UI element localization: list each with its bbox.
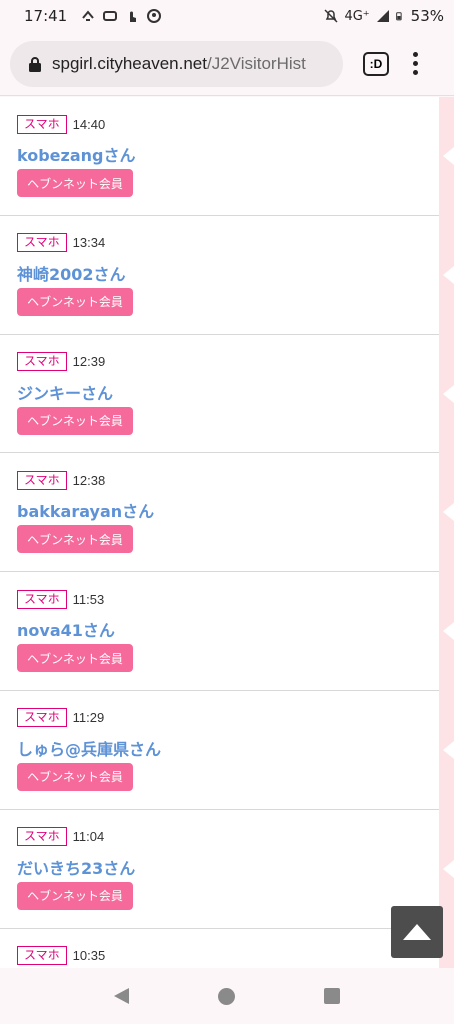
visitor-meta-row: スマホ 12:38 (17, 470, 439, 490)
device-badge: スマホ (17, 827, 67, 847)
visitor-item: スマホ 11:53 nova41さんヘブンネット会員 (0, 572, 439, 691)
url-domain: spgirl.cityheaven.net (52, 53, 207, 73)
member-badge: ヘブンネット会員 (17, 287, 133, 316)
mute-bell-icon (324, 9, 338, 23)
side-rail (439, 97, 454, 968)
url-path: /J2VisitorHist (206, 53, 306, 73)
notification-app-icon (82, 10, 95, 21)
rail-notch (443, 741, 454, 759)
visitor-name-link[interactable]: kobezangさん (17, 142, 439, 165)
member-badge: ヘブンネット会員 (17, 406, 133, 435)
member-badge: ヘブンネット会員 (17, 169, 133, 197)
visitor-meta-row: スマホ 11:04 (17, 827, 439, 847)
visitor-name-link[interactable]: 神崎2002さん (17, 261, 439, 284)
game-controller-icon (103, 11, 118, 21)
device-badge: スマホ (17, 114, 67, 134)
member-badge: ヘブンネット会員 (17, 644, 133, 673)
visitor-name-link[interactable]: nova41さん (17, 617, 439, 640)
member-badge: ヘブンネット会員 (17, 525, 133, 554)
network-type: 4G⁺ (344, 8, 370, 24)
visitor-item: スマホ 13:34 神崎2002さんヘブンネット会員 (0, 216, 439, 335)
menu-dot-icon (412, 70, 418, 75)
visitor-item: スマホ 12:38 bakkarayanさんヘブンネット会員 (0, 453, 439, 573)
visitor-meta-row: スマホ 11:53 (17, 589, 439, 609)
member-badge: ヘブンネット会員 (17, 881, 133, 910)
status-left: 17:41 (24, 7, 162, 25)
scroll-to-top-button[interactable] (391, 906, 443, 958)
visit-time: 10:35 (72, 948, 106, 964)
signal-icon (376, 10, 389, 22)
visitor-item: スマホ 11:29 しゅら@兵庫県さんヘブンネット会員 (0, 691, 439, 810)
up-arrow-icon (403, 924, 431, 940)
visitor-list: スマホ 14:40 kobezangさん ヘブンネット会員 スマホ 13:34 神崎2002… (0, 97, 439, 968)
rail-notch (443, 265, 454, 284)
more-menu-button[interactable] (411, 52, 419, 75)
face-app-icon (147, 9, 162, 23)
visitor-meta-row: スマホ 13:34 (17, 233, 439, 253)
visitor-name-link[interactable]: しゅら@兵庫県さん (17, 736, 439, 759)
system-nav-bar (0, 968, 454, 1024)
visitor-name-link[interactable]: だいきち23さん (17, 855, 439, 878)
device-badge: スマホ (17, 946, 67, 966)
device-badge: スマホ (17, 708, 67, 728)
visitor-meta-row: スマホ 14:40 (17, 114, 439, 134)
visitor-item: スマホ 10:35 (0, 929, 439, 968)
url-bar[interactable]: spgirl.cityheaven.net/J2VisitorHist (10, 40, 343, 87)
visit-time: 12:38 (72, 472, 106, 488)
visitor-meta-row: スマホ 11:29 (17, 708, 439, 728)
device-badge: スマホ (17, 233, 67, 253)
device-badge: スマホ (17, 352, 67, 372)
visit-time: 13:34 (72, 235, 106, 251)
visit-time: 11:53 (72, 591, 105, 607)
url-text[interactable]: spgirl.cityheaven.net/J2VisitorHist (52, 54, 306, 74)
rail-notch (443, 503, 454, 522)
visitor-name-link[interactable]: ジンキーさん (17, 380, 439, 403)
back-icon[interactable] (114, 988, 130, 1004)
device-badge: スマホ (17, 470, 67, 490)
visitor-item: スマホ 14:40 kobezangさんヘブンネット会員 (0, 97, 439, 216)
device-badge: スマホ (17, 589, 67, 609)
battery-percent: 53% (410, 7, 444, 25)
page-content[interactable]: スマホ 14:40 kobezangさん ヘブンネット会員 スマホ 13:34 神崎2002… (0, 97, 454, 968)
tab-switcher-button[interactable]: :D (363, 51, 389, 76)
visitor-meta-row: スマホ 12:39 (17, 352, 439, 372)
visitor-name-link[interactable]: bakkarayanさん (17, 498, 439, 521)
browser-toolbar: spgirl.cityheaven.net/J2VisitorHist :D (0, 32, 454, 96)
visit-time: 11:29 (72, 710, 105, 726)
visitor-item: スマホ 12:39 ジンキーさんヘブンネット会員 (0, 335, 439, 454)
recents-icon[interactable] (323, 988, 340, 1004)
rail-notch (443, 384, 454, 403)
status-bar: 17:41 4G⁺ 53% (0, 0, 454, 32)
rail-notch (443, 622, 454, 641)
battery-icon (395, 12, 402, 21)
home-icon[interactable] (217, 987, 235, 1005)
menu-dot-icon (412, 52, 418, 57)
status-right: 4G⁺ 53% (324, 7, 444, 25)
lock-icon[interactable] (28, 56, 42, 72)
status-time: 17:41 (24, 7, 68, 25)
rail-notch (443, 859, 454, 878)
visit-time: 12:39 (72, 354, 106, 370)
member-badge: ヘブンネット会員 (17, 762, 133, 791)
menu-dot-icon (412, 61, 418, 66)
visitor-meta-row: スマホ 10:35 (17, 946, 439, 966)
visit-time: 11:04 (72, 829, 105, 845)
visit-time: 14:40 (72, 116, 106, 132)
rail-notch (443, 147, 454, 165)
touch-hand-icon (130, 11, 137, 22)
visitor-item: スマホ 11:04 だいきち23さんヘブンネット会員 (0, 810, 439, 929)
